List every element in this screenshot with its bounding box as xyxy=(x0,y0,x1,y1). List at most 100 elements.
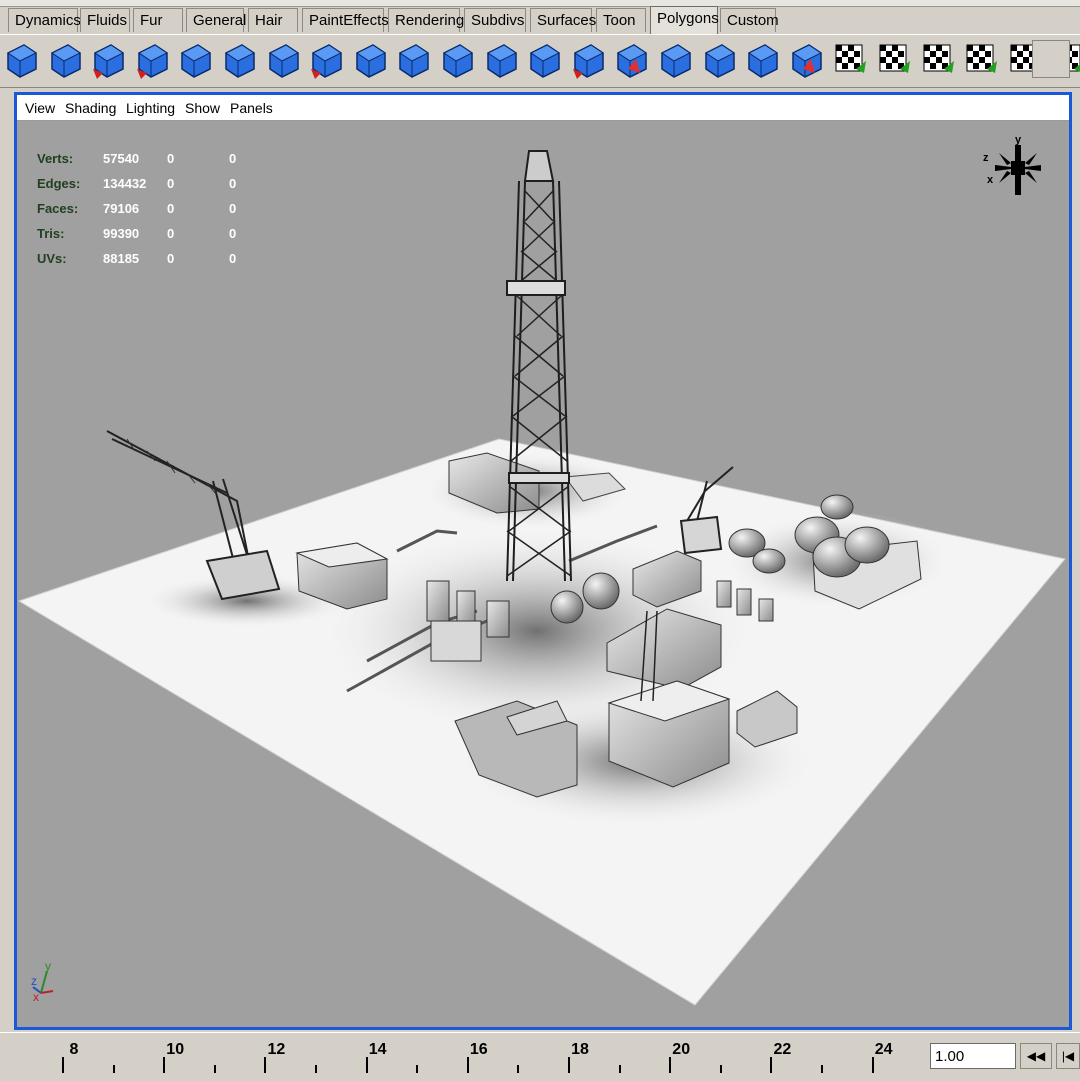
viewport-menu-bar: View Shading Lighting Show Panels xyxy=(17,95,1069,121)
checker-map-arrow-icon xyxy=(879,44,910,73)
shelf-tab-dynamics[interactable]: Dynamics xyxy=(8,8,81,32)
wedge-face-icon xyxy=(748,44,779,78)
step-back-icon: ◀◀ xyxy=(1026,1049,1046,1063)
hud-row-edges: Edges: 134432 0 0 xyxy=(37,176,257,194)
wedge-face-button[interactable] xyxy=(743,39,783,81)
hud-selected: 0 xyxy=(167,201,175,216)
wedge-button[interactable] xyxy=(394,39,434,81)
sphere-poly-icon xyxy=(7,44,37,78)
ruler-tick xyxy=(62,1057,64,1073)
extrude-arrow-button[interactable] xyxy=(89,39,129,81)
ruler-label: 16 xyxy=(469,1041,488,1058)
append-polygon-button[interactable] xyxy=(482,39,522,81)
empty-shelf-slot[interactable] xyxy=(1032,40,1070,78)
time-slider[interactable]: 8 10 12 14 16 18 20 22 24 1.00 ◀◀ |◀ xyxy=(0,1032,1080,1081)
shelf-tab-bar: Dynamics Fluids Fur General Hair PaintEffects… xyxy=(0,0,1080,34)
hud-selected: 0 xyxy=(167,176,175,191)
bevel-icon xyxy=(355,44,386,78)
smooth-cube-button[interactable] xyxy=(220,39,260,81)
shelf-tab-fur[interactable]: Fur xyxy=(133,8,183,32)
ruler-tick xyxy=(365,1057,368,1073)
ruler-tick xyxy=(568,1057,570,1073)
cut-face-tool-button[interactable] xyxy=(307,39,347,81)
checker-map-arrow-button[interactable] xyxy=(874,39,914,81)
ruler-label: 12 xyxy=(267,1041,286,1058)
shelf-tab-polygons[interactable]: Polygons xyxy=(650,6,719,34)
sphere-poly-button[interactable] xyxy=(2,39,42,81)
menu-lighting[interactable]: Lighting xyxy=(126,100,175,116)
shelf-tab-subdivs[interactable]: Subdivs xyxy=(464,8,526,32)
current-frame-field[interactable]: 1.00 xyxy=(930,1043,1016,1069)
hud-total: 99390 xyxy=(103,226,140,241)
ruler-tick xyxy=(112,1065,115,1073)
combine-button[interactable] xyxy=(656,39,696,81)
normals-button[interactable] xyxy=(787,39,827,81)
shelf-tab-painteffects[interactable]: PaintEffects xyxy=(302,8,389,32)
bevel-button[interactable] xyxy=(351,39,391,81)
poly-cube-button[interactable] xyxy=(176,39,216,81)
origin-axis-x: x xyxy=(33,990,39,1003)
plane-button[interactable] xyxy=(264,39,304,81)
shelf-tab-hair[interactable]: Hair xyxy=(248,8,298,32)
ruler-tick xyxy=(719,1065,722,1073)
subdivide-button[interactable] xyxy=(700,39,740,81)
shelf-tab-general[interactable]: General xyxy=(186,8,246,32)
ruler-tick xyxy=(213,1065,216,1073)
menu-panels[interactable]: Panels xyxy=(230,100,273,116)
ruler-tick xyxy=(466,1057,469,1073)
ruler-tick xyxy=(264,1057,267,1073)
go-to-start-button[interactable]: |◀ xyxy=(1056,1043,1080,1069)
shelf-tab-surfaces[interactable]: Surfaces xyxy=(530,8,596,32)
uv-cylindrical-icon xyxy=(966,44,998,73)
time-ruler[interactable]: 8 10 12 14 16 18 20 22 24 xyxy=(0,1033,920,1081)
ruler-tick xyxy=(770,1057,773,1073)
hud-total: 134432 xyxy=(103,176,147,191)
ruler-label: 22 xyxy=(773,1041,792,1058)
poly-sphere-button[interactable] xyxy=(133,39,173,81)
shelf-tab-custom[interactable]: Custom xyxy=(720,8,779,32)
hud-other: 0 xyxy=(229,251,237,266)
extrude-face-icon xyxy=(530,44,561,78)
shelf-tab-rendering[interactable]: Rendering xyxy=(388,8,464,32)
view-axis-z: z xyxy=(983,152,989,164)
merge-button[interactable] xyxy=(612,39,652,81)
uv-planar-icon xyxy=(923,44,954,73)
checker-map-button[interactable] xyxy=(830,39,870,81)
hud-other: 0 xyxy=(229,151,237,166)
wedge-icon xyxy=(399,44,430,78)
menu-view[interactable]: View xyxy=(25,100,55,116)
hud-selected: 0 xyxy=(167,226,175,241)
menu-show[interactable]: Show xyxy=(185,100,220,116)
shelf-tab-fluids[interactable]: Fluids xyxy=(80,8,130,32)
shelf-tab-toon[interactable]: Toon xyxy=(596,8,646,32)
cut-face-tool-icon xyxy=(311,44,343,79)
scene-view[interactable]: Verts: 57540 0 0 Edges: 134432 0 0 Faces: … xyxy=(17,121,1069,1047)
bridge-button[interactable] xyxy=(438,39,478,81)
ruler-tick xyxy=(163,1057,166,1073)
poly-sphere-icon xyxy=(136,44,168,79)
ruler-label: 18 xyxy=(571,1041,589,1058)
append-polygon-icon xyxy=(486,44,517,78)
split-edge-button[interactable] xyxy=(569,39,609,81)
hud-label: UVs: xyxy=(37,251,67,266)
step-back-button[interactable]: ◀◀ xyxy=(1020,1043,1052,1069)
go-to-start-icon: |◀ xyxy=(1061,1049,1075,1063)
uv-cylindrical-button[interactable] xyxy=(961,39,1001,81)
perspective-viewport[interactable]: View Shading Lighting Show Panels Verts:… xyxy=(14,92,1072,1047)
hud-total: 88185 xyxy=(103,251,140,266)
ruler-tick xyxy=(871,1057,874,1073)
uv-planar-button[interactable] xyxy=(918,39,958,81)
extrude-face-button[interactable] xyxy=(525,39,565,81)
menu-shading[interactable]: Shading xyxy=(65,100,116,116)
hud-total: 79106 xyxy=(103,201,140,216)
hud-selected: 0 xyxy=(167,251,175,266)
hud-label: Verts: xyxy=(37,151,74,166)
origin-axis-icon: y z x xyxy=(31,959,54,1003)
view-axis-gizmo-icon[interactable]: y z x xyxy=(977,131,1047,211)
view-axis-y: y xyxy=(1015,134,1022,146)
split-cube-button[interactable] xyxy=(46,39,86,81)
ruler-label: 14 xyxy=(368,1041,387,1058)
hud-total: 57540 xyxy=(103,151,140,166)
hud-row-faces: Faces: 79106 0 0 xyxy=(37,201,257,219)
hud-other: 0 xyxy=(229,176,237,191)
